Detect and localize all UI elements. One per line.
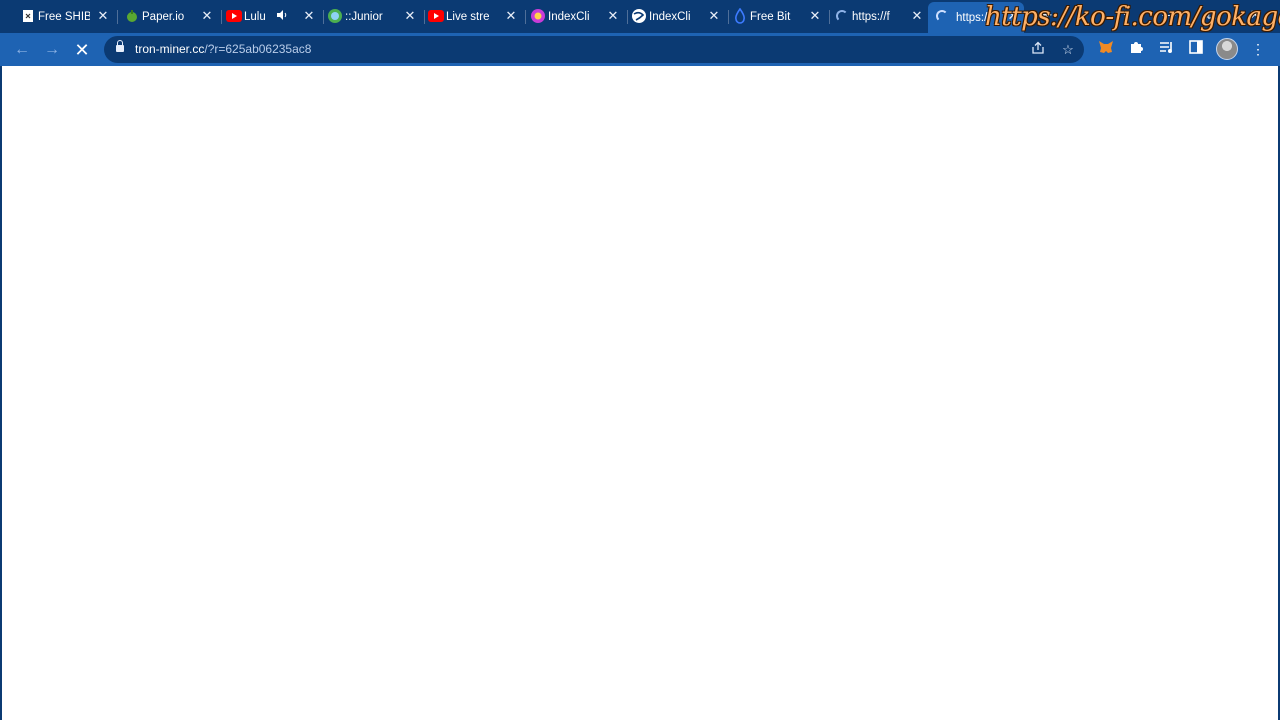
extensions-puzzle-icon[interactable] xyxy=(1126,39,1146,59)
loading-spinner-icon xyxy=(834,8,850,24)
tab-close-icon[interactable]: ✕ xyxy=(302,8,316,24)
youtube-icon xyxy=(226,8,242,24)
tab-close-icon[interactable]: ✕ xyxy=(403,8,417,24)
loading-spinner-icon xyxy=(934,8,950,24)
share-icon[interactable] xyxy=(1029,41,1047,59)
document-icon xyxy=(20,8,36,24)
address-bar[interactable]: tron-miner.cc/?r=625ab06235ac8 ☆ xyxy=(104,36,1084,63)
tab-free-shib[interactable]: Free SHIB ✕ xyxy=(18,4,118,29)
tab-junior[interactable]: ::Junior ✕ xyxy=(325,4,425,29)
tab-title: Paper.io xyxy=(142,10,185,23)
browser-window: Free SHIB ✕ Paper.io ✕ Lulu ✕::Junior ✕… xyxy=(0,0,1280,720)
tab-close-icon[interactable]: ✕ xyxy=(200,8,214,24)
media-queue-icon[interactable] xyxy=(1156,39,1176,59)
tab-divider xyxy=(323,10,324,24)
tab-title: IndexCli xyxy=(649,10,691,23)
tab-divider xyxy=(728,10,729,24)
page-content-area xyxy=(0,66,1280,720)
tab-close-icon[interactable]: ✕ xyxy=(910,8,924,24)
tab-title: Free SHIB xyxy=(38,10,90,23)
tab-title: Free Bit xyxy=(750,10,791,23)
tab-free-bitcoin[interactable]: Free Bit ✕ xyxy=(730,4,830,29)
back-button[interactable]: ← xyxy=(11,39,33,61)
tab-close-icon[interactable]: ✕ xyxy=(504,8,518,24)
lock-icon[interactable] xyxy=(116,40,124,53)
tab-title: Live stre xyxy=(446,10,490,23)
globe-icon xyxy=(631,8,647,24)
tab-close-icon[interactable]: ✕ xyxy=(707,8,721,24)
tab-divider xyxy=(221,10,222,24)
paperio-icon xyxy=(124,8,140,24)
tab-title: IndexCli xyxy=(548,10,590,23)
tab-lulu[interactable]: Lulu ✕ xyxy=(224,4,324,29)
tab-close-icon[interactable]: ✕ xyxy=(96,8,110,24)
menu-kebab-icon[interactable]: ⋮ xyxy=(1248,39,1268,59)
tab-loading-1[interactable]: https://f ✕ xyxy=(832,4,928,29)
forward-button[interactable]: → xyxy=(41,39,63,61)
indexclick-icon xyxy=(530,8,546,24)
globe-green-icon xyxy=(327,8,343,24)
url-host: tron-miner.cc xyxy=(135,42,205,56)
drop-icon xyxy=(732,8,748,24)
stop-loading-button[interactable]: ✕ xyxy=(71,39,93,61)
tab-divider xyxy=(117,10,118,24)
youtube-icon xyxy=(428,8,444,24)
watermark-text: https://ko-fi.com/gokagen xyxy=(985,2,1280,32)
tab-paperio[interactable]: Paper.io ✕ xyxy=(122,4,222,29)
tab-title: Lulu xyxy=(244,10,266,23)
tab-indexclick-2[interactable]: IndexCli ✕ xyxy=(629,4,729,29)
tab-title: https://f xyxy=(852,10,890,23)
tab-divider xyxy=(627,10,628,24)
tab-divider xyxy=(829,10,830,24)
metamask-extension-icon[interactable] xyxy=(1096,39,1116,59)
url-path: /?r=625ab06235ac8 xyxy=(204,42,312,56)
speaker-icon[interactable] xyxy=(276,9,288,23)
tab-divider xyxy=(424,10,425,24)
tab-strip: Free SHIB ✕ Paper.io ✕ Lulu ✕::Junior ✕… xyxy=(0,0,1280,33)
profile-avatar[interactable] xyxy=(1216,38,1238,60)
tab-indexclick-1[interactable]: IndexCli ✕ xyxy=(528,4,628,29)
tab-title: ::Junior xyxy=(345,10,383,23)
side-panel-icon[interactable] xyxy=(1186,39,1206,59)
tab-close-icon[interactable]: ✕ xyxy=(808,8,822,24)
tab-live-stream[interactable]: Live stre ✕ xyxy=(426,4,526,29)
browser-toolbar: ← → ✕ tron-miner.cc/?r=625ab06235ac8 ☆ ⋮ xyxy=(0,33,1280,66)
bookmark-star-icon[interactable]: ☆ xyxy=(1059,41,1077,59)
tab-close-icon[interactable]: ✕ xyxy=(606,8,620,24)
tab-divider xyxy=(525,10,526,24)
url-text[interactable]: tron-miner.cc/?r=625ab06235ac8 xyxy=(135,42,311,56)
